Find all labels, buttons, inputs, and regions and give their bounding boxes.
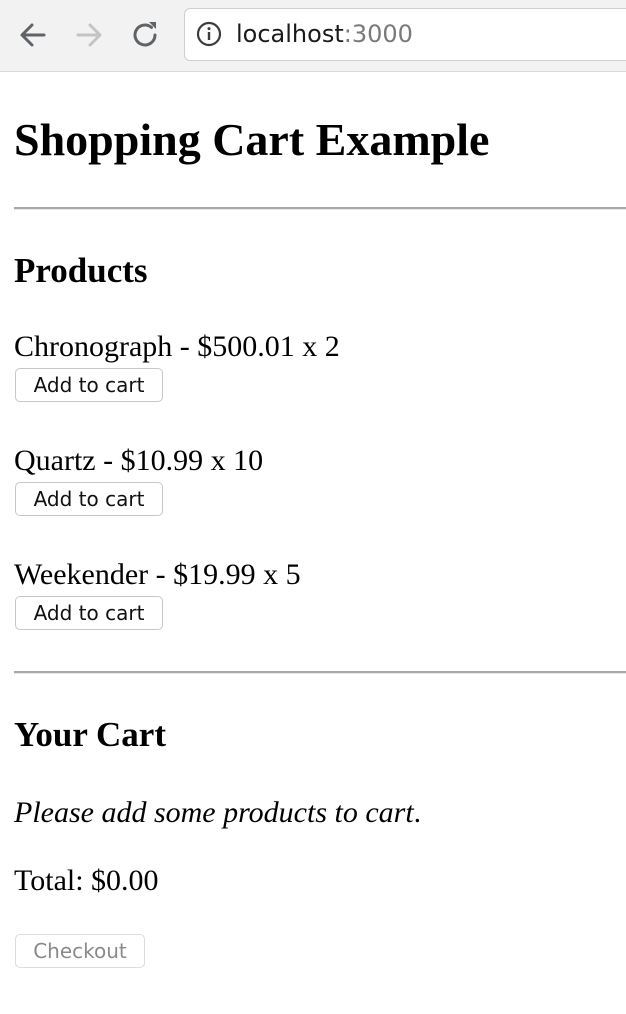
back-button[interactable] — [16, 18, 50, 52]
url-text: localhost:3000 — [236, 20, 413, 48]
product-label: Weekender - $19.99 x 5 — [14, 558, 301, 591]
add-to-cart-button[interactable]: Add to cart — [15, 596, 163, 630]
forward-button[interactable] — [72, 18, 106, 52]
page-title: Shopping Cart Example — [14, 114, 490, 165]
url-port: :3000 — [343, 20, 413, 48]
url-host: localhost — [236, 20, 344, 48]
browser-toolbar: localhost:3000 — [0, 0, 626, 72]
divider — [14, 207, 626, 210]
reload-button[interactable] — [128, 18, 162, 52]
divider — [14, 671, 626, 674]
info-icon[interactable] — [196, 21, 222, 47]
arrow-left-icon — [20, 23, 46, 47]
product-item: Quartz - $10.99 x 10 Add to cart — [14, 442, 614, 542]
products-heading: Products — [14, 251, 148, 290]
cart-total: Total: $0.00 — [14, 864, 159, 897]
checkout-button[interactable]: Checkout — [15, 934, 145, 968]
product-label: Chronograph - $500.01 x 2 — [14, 330, 340, 363]
product-item: Chronograph - $500.01 x 2 Add to cart — [14, 328, 614, 428]
cart-empty-message: Please add some products to cart. — [14, 794, 421, 832]
add-to-cart-button[interactable]: Add to cart — [15, 482, 163, 516]
add-to-cart-button[interactable]: Add to cart — [15, 368, 163, 402]
arrow-right-icon — [76, 23, 102, 47]
product-item: Weekender - $19.99 x 5 Add to cart — [14, 556, 614, 656]
page-content: Shopping Cart Example Products Chronogra… — [0, 72, 626, 1014]
cart-heading: Your Cart — [14, 715, 166, 754]
reload-icon — [133, 22, 157, 47]
cart-empty-period: . — [413, 796, 422, 829]
cart-empty-text: Please add some products to cart — [14, 796, 414, 829]
address-bar[interactable]: localhost:3000 — [184, 8, 626, 61]
product-label: Quartz - $10.99 x 10 — [14, 444, 264, 477]
